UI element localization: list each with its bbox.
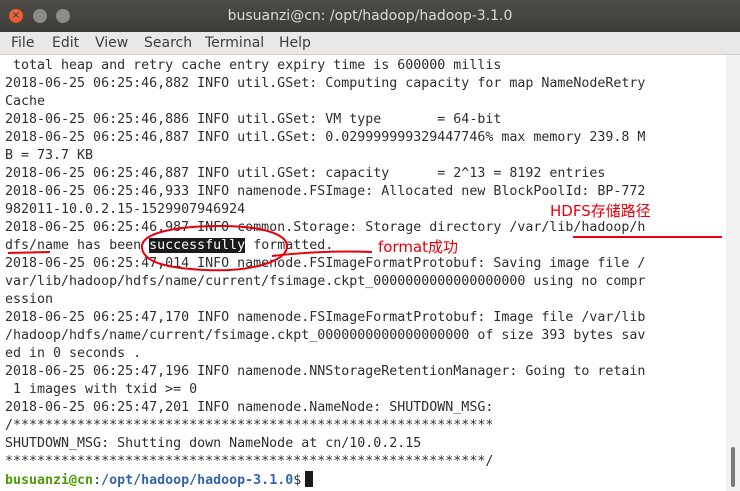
terminal-line: 982011-10.0.2.15-1529907946924	[5, 202, 246, 217]
prompt-user: busuanzi@cn	[5, 473, 94, 488]
menu-edit[interactable]: Edit	[52, 32, 79, 54]
terminal-line: SHUTDOWN_MSG: Shutting down NameNode at …	[5, 436, 422, 451]
text-cursor	[305, 471, 314, 487]
scrollbar-thumb[interactable]	[731, 447, 735, 487]
window-title: busuanzi@cn: /opt/hadoop/hadoop-3.1.0	[227, 8, 513, 24]
terminal-line: 2018-06-25 06:25:46,886 INFO util.GSet: …	[5, 112, 502, 127]
terminal-line: ed in 0 seconds .	[5, 346, 142, 361]
terminal-line: 2018-06-25 06:25:46,882 INFO util.GSet: …	[5, 76, 646, 91]
menu-file[interactable]: File	[11, 32, 34, 54]
terminal-line-format: dfs/name has been successfully formatted…	[5, 237, 333, 255]
terminal-text: formatted.	[245, 238, 334, 253]
menu-view[interactable]: View	[95, 32, 128, 54]
terminal-window: × busuanzi@cn: /opt/hadoop/hadoop-3.1.0 …	[0, 0, 740, 491]
menu-terminal[interactable]: Terminal	[205, 32, 264, 54]
terminal-line: 1 images with txid >= 0	[5, 382, 198, 397]
terminal-line: /hadoop/hdfs/name/current/fsimage.ckpt_0…	[5, 328, 646, 343]
terminal-text: dfs/name has been	[5, 238, 150, 253]
menu-bar: File Edit View Search Terminal Help	[0, 32, 740, 55]
selected-text[interactable]: successfully	[149, 238, 246, 253]
terminal-output[interactable]: total heap and retry cache entry expiry …	[0, 55, 726, 491]
terminal-line: 2018-06-25 06:25:47,014 INFO namenode.FS…	[5, 256, 646, 271]
prompt-symbol: $	[293, 473, 302, 488]
terminal-line: 2018-06-25 06:25:47,201 INFO namenode.Na…	[5, 400, 494, 415]
terminal-line: 2018-06-25 06:25:46,887 INFO util.GSet: …	[5, 130, 646, 145]
terminal-line: B = 73.7 KB	[5, 148, 94, 163]
annotation-format-success: format成功	[378, 238, 459, 256]
terminal-line: var/lib/hadoop/hdfs/name/current/fsimage…	[5, 274, 646, 289]
command-prompt[interactable]: busuanzi@cn:/opt/hadoop/hadoop-3.1.0$	[5, 471, 314, 489]
title-bar[interactable]: × busuanzi@cn: /opt/hadoop/hadoop-3.1.0	[0, 0, 740, 32]
menu-help[interactable]: Help	[279, 32, 311, 54]
menu-search[interactable]: Search	[144, 32, 192, 54]
terminal-line: ession	[5, 292, 54, 307]
terminal-line: ****************************************…	[5, 454, 494, 469]
terminal-line: 2018-06-25 06:25:47,170 INFO namenode.FS…	[5, 310, 646, 325]
prompt-path: /opt/hadoop/hadoop-3.1.0	[101, 473, 294, 488]
vertical-scrollbar[interactable]	[726, 55, 740, 491]
terminal-line: total heap and retry cache entry expiry …	[5, 58, 502, 73]
terminal-line: Cache	[5, 94, 46, 109]
terminal-line: 2018-06-25 06:25:46,887 INFO util.GSet: …	[5, 166, 606, 181]
terminal-line: 2018-06-25 06:25:47,196 INFO namenode.NN…	[5, 364, 646, 379]
terminal-line: 2018-06-25 06:25:46,987 INFO common.Stor…	[5, 220, 646, 235]
terminal-line: 2018-06-25 06:25:46,933 INFO namenode.FS…	[5, 184, 646, 199]
annotation-hdfs-path: HDFS存储路径	[550, 202, 651, 220]
terminal-line: /***************************************…	[5, 418, 494, 433]
prompt-separator: :	[93, 473, 102, 488]
